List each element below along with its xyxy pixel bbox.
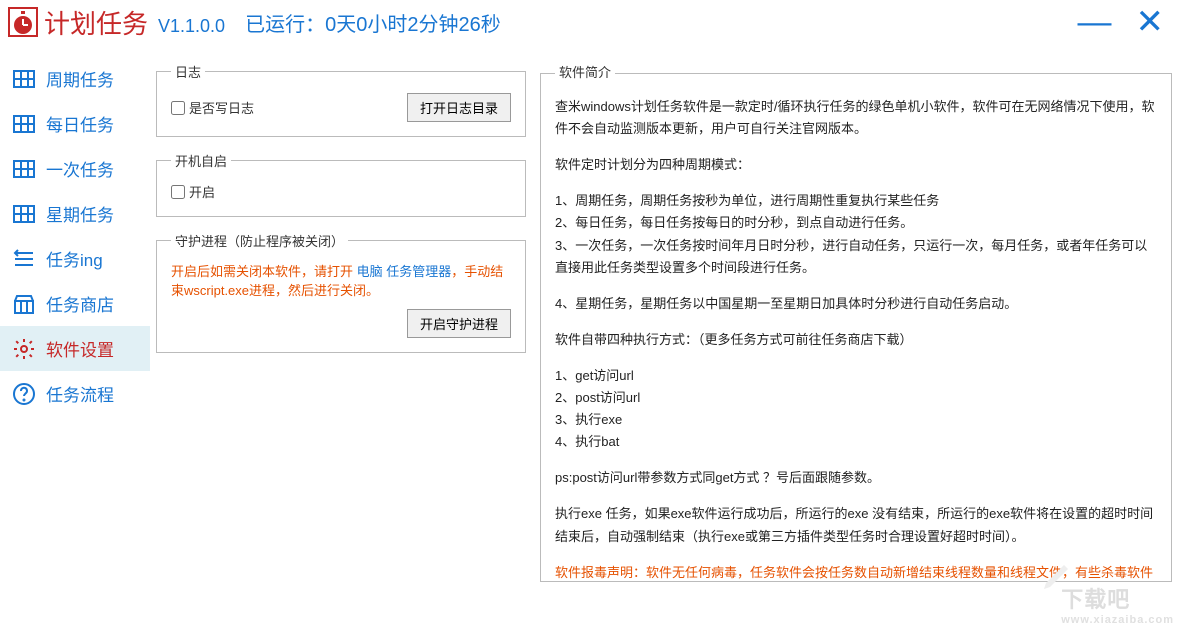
autostart-checkbox[interactable]: 开启 (171, 182, 215, 201)
sidebar-item-3[interactable]: 星期任务 (0, 191, 150, 236)
mode-line: 2、每日任务，每日任务按每日的时分秒，到点自动进行任务。 (555, 212, 1157, 234)
exec-line: 2、post访问url (555, 387, 1157, 409)
sidebar-item-6[interactable]: 软件设置 (0, 326, 150, 371)
sidebar-item-label: 任务商店 (46, 291, 114, 316)
guard-warning: 开启后如需关闭本软件，请打开 电脑 任务管理器，手动结束wscript.exe进… (171, 262, 511, 301)
autostart-legend: 开机自启 (171, 151, 231, 170)
minimize-button[interactable]: — (1078, 5, 1112, 39)
guard-group: 守护进程（防止程序被关闭） 开启后如需关闭本软件，请打开 电脑 任务管理器，手动… (156, 231, 526, 353)
sidebar-item-label: 一次任务 (46, 156, 114, 181)
mode-list: 1、周期任务，周期任务按秒为单位，进行周期性重复执行某些任务2、每日任务，每日任… (555, 190, 1157, 278)
intro-p3: 软件自带四种执行方式：（更多任务方式可前往任务商店下载） (555, 329, 1157, 351)
intro-group: 软件简介 查米windows计划任务软件是一款定时/循环执行任务的绿色单机小软件… (540, 62, 1172, 582)
start-guard-button[interactable]: 开启守护进程 (407, 309, 511, 338)
window-controls: — ✕ (1078, 5, 1175, 39)
sidebar: 周期任务每日任务一次任务星期任务任务ing 任务商店软件设置任务流程 (0, 44, 150, 632)
sidebar-item-label: 任务ing (46, 246, 103, 271)
sidebar-item-label: 星期任务 (46, 201, 114, 226)
grid-icon (12, 157, 36, 181)
write-log-checkbox[interactable]: 是否写日志 (171, 98, 254, 117)
autostart-group: 开机自启 开启 (156, 151, 526, 217)
store-icon (12, 292, 36, 316)
titlebar: 计划任务 V1.1.0.0 已运行：0天0小时2分钟26秒 — ✕ (0, 0, 1182, 44)
list-icon (12, 247, 36, 271)
open-log-dir-button[interactable]: 打开日志目录 (407, 93, 511, 122)
close-button[interactable]: ✕ (1136, 5, 1165, 39)
grid-icon (12, 202, 36, 226)
disclaimer-text: 软件报毒声明：软件无任何病毒，任务软件会按任务数自动新增结束线程数量和线程文件，… (555, 562, 1157, 582)
sidebar-item-label: 任务流程 (46, 381, 114, 406)
intro-p2: 软件定时计划分为四种周期模式： (555, 154, 1157, 176)
mode-line: 1、周期任务，周期任务按秒为单位，进行周期性重复执行某些任务 (555, 190, 1157, 212)
log-group: 日志 是否写日志 打开日志目录 (156, 62, 526, 137)
exec-line: 4、执行bat (555, 431, 1157, 453)
sidebar-item-7[interactable]: 任务流程 (0, 371, 150, 416)
intro-legend: 软件简介 (555, 62, 615, 84)
gear-icon (12, 337, 36, 361)
sidebar-item-0[interactable]: 周期任务 (0, 56, 150, 101)
sidebar-item-5[interactable]: 任务商店 (0, 281, 150, 326)
app-title: 计划任务 (44, 4, 148, 41)
exec-line: 1、get访问url (555, 365, 1157, 387)
exec-list: 1、get访问url2、post访问url3、执行exe4、执行bat (555, 365, 1157, 453)
intro-mode4: 4、星期任务，星期任务以中国星期一至星期日加具体时分秒进行自动任务启动。 (555, 293, 1157, 315)
intro-p4: 执行exe 任务，如果exe软件运行成功后，所运行的exe 没有结束，所运行的e… (555, 503, 1157, 547)
sidebar-item-label: 每日任务 (46, 111, 114, 136)
sidebar-item-label: 软件设置 (46, 336, 114, 361)
intro-p1: 查米windows计划任务软件是一款定时/循环执行任务的绿色单机小软件，软件可在… (555, 96, 1157, 140)
sidebar-item-1[interactable]: 每日任务 (0, 101, 150, 146)
intro-ps: ps:post访问url带参数方式同get方式 ？号后面跟随参数。 (555, 467, 1157, 489)
mode-line: 3、一次任务，一次任务按时间年月日时分秒，进行自动任务，只运行一次，每月任务，或… (555, 235, 1157, 279)
grid-icon (12, 67, 36, 91)
help-icon (12, 382, 36, 406)
sidebar-item-2[interactable]: 一次任务 (0, 146, 150, 191)
guard-legend: 守护进程（防止程序被关闭） (171, 231, 348, 250)
exec-line: 3、执行exe (555, 409, 1157, 431)
log-legend: 日志 (171, 62, 205, 81)
sidebar-item-label: 周期任务 (46, 66, 114, 91)
app-icon (8, 7, 38, 37)
runtime-text: 已运行：0天0小时2分钟26秒 (245, 8, 501, 37)
sidebar-item-4[interactable]: 任务ing (0, 236, 150, 281)
version-label: V1.1.0.0 (158, 16, 225, 37)
grid-icon (12, 112, 36, 136)
